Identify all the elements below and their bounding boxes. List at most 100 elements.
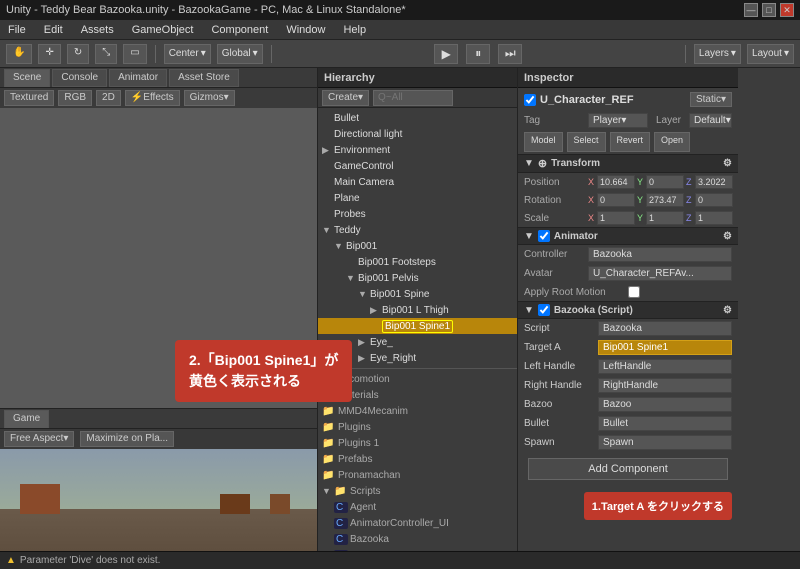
tree-item-bullet[interactable]: Bullet	[318, 110, 517, 126]
static-button[interactable]: Static▾	[690, 92, 732, 107]
script-enabled-checkbox[interactable]	[538, 304, 550, 316]
settings-icon[interactable]: ⚙	[723, 158, 732, 169]
box-2	[220, 494, 250, 514]
window-controls[interactable]: — □ ✕	[744, 3, 794, 17]
model-button[interactable]: Model	[524, 132, 563, 152]
left-handle-field[interactable]: LeftHandle	[598, 359, 732, 374]
position-x[interactable]	[597, 175, 635, 189]
rotation-xyz: X Y Z	[588, 193, 733, 207]
global-dropdown[interactable]: Global▾	[217, 44, 263, 64]
menu-help[interactable]: Help	[339, 24, 370, 36]
tree-item-bip001[interactable]: ▼Bip001	[318, 238, 517, 254]
tree-item-plugins[interactable]: 📁Plugins	[318, 419, 517, 435]
tag-dropdown[interactable]: Player▾	[588, 113, 648, 128]
menu-component[interactable]: Component	[207, 24, 272, 36]
pause-button[interactable]: ⏸	[466, 44, 490, 64]
maximize-button[interactable]: □	[762, 3, 776, 17]
rotation-z[interactable]	[695, 193, 733, 207]
right-handle-field[interactable]: RightHandle	[598, 378, 732, 393]
close-button[interactable]: ✕	[780, 3, 794, 17]
rotation-y[interactable]	[646, 193, 684, 207]
tree-item-scripts[interactable]: ▼📁Scripts	[318, 483, 517, 499]
bullet-field[interactable]: Bullet	[598, 416, 732, 431]
tree-item-environment[interactable]: ▶Environment	[318, 142, 517, 158]
tab-animator[interactable]: Animator	[109, 69, 167, 87]
revert-button[interactable]: Revert	[610, 132, 651, 152]
center-dropdown[interactable]: Center▾	[164, 44, 211, 64]
menu-assets[interactable]: Assets	[77, 24, 118, 36]
move-tool-button[interactable]: ✛	[38, 44, 60, 64]
minimize-button[interactable]: —	[744, 3, 758, 17]
hand-tool-button[interactable]: ✋	[6, 44, 32, 64]
script-settings-icon[interactable]: ⚙	[723, 305, 732, 316]
tree-item-bazooka-script[interactable]: CBazooka	[318, 531, 517, 547]
tree-item-animcontroller[interactable]: CAnimatorController_UI	[318, 515, 517, 531]
animator-enabled-checkbox[interactable]	[538, 230, 550, 242]
layers-dropdown[interactable]: Layers▾	[694, 44, 741, 64]
object-active-checkbox[interactable]	[524, 94, 536, 106]
layout-dropdown[interactable]: Layout▾	[747, 44, 794, 64]
tree-item-lthigh[interactable]: ▶Bip001 L Thigh	[318, 302, 517, 318]
apply-root-motion-checkbox[interactable]	[628, 286, 640, 298]
tree-item-mmd4mecanim[interactable]: 📁MMD4Mecanim	[318, 403, 517, 419]
add-component-button[interactable]: Add Component	[528, 458, 728, 480]
rotate-tool-button[interactable]: ↻	[67, 44, 89, 64]
tree-item-teddy[interactable]: ▼Teddy	[318, 222, 517, 238]
hierarchy-search-input[interactable]	[373, 90, 453, 106]
bazoo-field[interactable]: Bazoo	[598, 397, 732, 412]
animator-settings-icon[interactable]: ⚙	[723, 231, 732, 242]
maximize-button[interactable]: Maximize on Pla...	[80, 431, 174, 447]
tree-item-footsteps[interactable]: Bip001 Footsteps	[318, 254, 517, 270]
effects-button[interactable]: ⚡Effects	[125, 90, 180, 106]
play-button[interactable]: ▶	[434, 44, 458, 64]
tree-item-pronamachan[interactable]: 📁Pronamachan	[318, 467, 517, 483]
controller-field[interactable]: Bazooka	[588, 247, 732, 262]
menu-edit[interactable]: Edit	[40, 24, 67, 36]
tree-item-probes[interactable]: Probes	[318, 206, 517, 222]
textured-button[interactable]: Textured	[4, 90, 54, 106]
tree-item-prefabs[interactable]: 📁Prefabs	[318, 451, 517, 467]
tab-console[interactable]: Console	[52, 69, 107, 87]
layer-dropdown[interactable]: Default▾	[689, 113, 732, 128]
open-button[interactable]: Open	[654, 132, 690, 152]
rgb-button[interactable]: RGB	[58, 90, 92, 106]
position-y[interactable]	[646, 175, 684, 189]
scale-x[interactable]	[597, 211, 635, 225]
tree-item-plugins1[interactable]: 📁Plugins 1	[318, 435, 517, 451]
target-a-field[interactable]: Bip001 Spine1	[598, 340, 732, 355]
menu-gameobject[interactable]: GameObject	[128, 24, 198, 36]
tab-asset-store[interactable]: Asset Store	[169, 69, 239, 87]
tree-item-spine1[interactable]: Bip001 Spine1	[318, 318, 517, 334]
menu-window[interactable]: Window	[282, 24, 329, 36]
scale-z[interactable]	[695, 211, 733, 225]
2d-button[interactable]: 2D	[96, 90, 121, 106]
scale-tool-button[interactable]: ⤡	[95, 44, 117, 64]
tree-item-spine[interactable]: ▼Bip001 Spine	[318, 286, 517, 302]
tree-item-pelvis[interactable]: ▼Bip001 Pelvis	[318, 270, 517, 286]
tree-item-dirlight[interactable]: Directional light	[318, 126, 517, 142]
script-section[interactable]: ▼ Bazooka (Script) ⚙ 1.Target A をクリックする	[518, 301, 738, 319]
scale-y[interactable]	[646, 211, 684, 225]
script-ref-field[interactable]: Bazooka	[598, 321, 732, 336]
gizmos-button[interactable]: Gizmos▾	[184, 90, 235, 106]
position-row: Position X Y Z	[518, 173, 738, 191]
tree-item-plane[interactable]: Plane	[318, 190, 517, 206]
tree-item-gamecontrol[interactable]: GameControl	[318, 158, 517, 174]
position-z[interactable]	[695, 175, 733, 189]
rotation-x[interactable]	[597, 193, 635, 207]
step-button[interactable]: ⏭	[498, 44, 522, 64]
rect-tool-button[interactable]: ▭	[123, 44, 146, 64]
callout-2: 2.「Bip001 Spine1」が黄色く表示される	[175, 340, 352, 402]
avatar-field[interactable]: U_Character_REFAv...	[588, 266, 732, 281]
tab-game[interactable]: Game	[4, 410, 49, 428]
tree-item-agent[interactable]: CAgent	[318, 499, 517, 515]
select-button[interactable]: Select	[567, 132, 606, 152]
spawn-field[interactable]: Spawn	[598, 435, 732, 450]
tab-scene[interactable]: Scene	[4, 69, 50, 87]
tree-item-maincamera[interactable]: Main Camera	[318, 174, 517, 190]
hierarchy-create-button[interactable]: Create▾	[322, 90, 369, 106]
transform-section[interactable]: ▼ ⊕ Transform ⚙	[518, 154, 738, 173]
menu-file[interactable]: File	[4, 24, 30, 36]
aspect-dropdown[interactable]: Free Aspect▾	[4, 431, 74, 447]
animator-section[interactable]: ▼ Animator ⚙	[518, 227, 738, 245]
